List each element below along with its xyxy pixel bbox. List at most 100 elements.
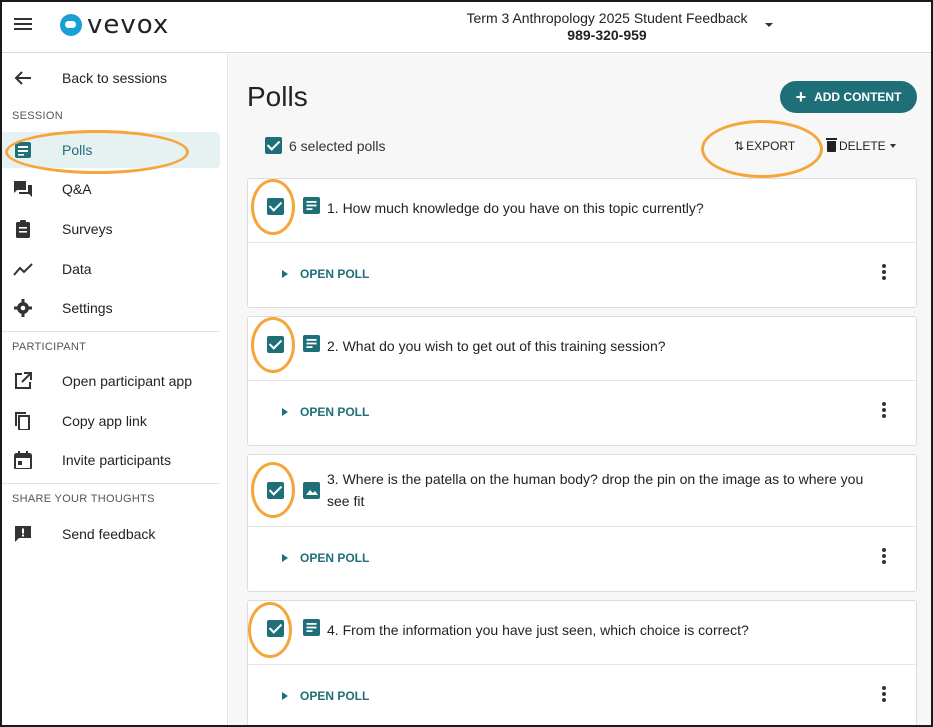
sidebar-item-settings[interactable]: Settings	[2, 290, 220, 326]
export-button[interactable]: ⇅ EXPORT	[734, 139, 795, 153]
qa-icon	[14, 181, 32, 197]
section-participant: PARTICIPANT	[12, 341, 87, 353]
select-all-checkbox[interactable]	[265, 137, 282, 154]
sidebar-item-label: Send feedback	[62, 526, 156, 542]
sidebar: Back to sessions SESSION Polls Q&A Surve…	[2, 54, 228, 725]
poll-card: 3. Where is the patella on the human bod…	[247, 454, 917, 592]
open-poll-button[interactable]: OPEN POLL	[282, 267, 369, 281]
selected-count: 6 selected polls	[289, 137, 386, 154]
poll-header: 4. From the information you have just se…	[248, 601, 916, 665]
sidebar-divider	[2, 331, 220, 332]
sidebar-item-label: Open participant app	[62, 373, 192, 389]
poll-question[interactable]: 3. Where is the patella on the human bod…	[327, 468, 887, 512]
polls-icon	[15, 142, 31, 158]
sidebar-item-invite-participants[interactable]: Invite participants	[2, 442, 220, 478]
poll-question[interactable]: 1. How much knowledge do you have on thi…	[327, 197, 897, 219]
back-to-sessions-link[interactable]: Back to sessions	[2, 60, 220, 96]
more-options-icon[interactable]	[880, 264, 888, 282]
play-icon	[282, 692, 288, 700]
main-content: Polls + ADD CONTENT 6 selected polls ⇅ E…	[229, 54, 931, 725]
top-bar: vevox Term 3 Anthropology 2025 Student F…	[2, 2, 931, 53]
open-poll-label: OPEN POLL	[300, 405, 370, 419]
clipboard-icon	[16, 220, 30, 238]
open-poll-button[interactable]: OPEN POLL	[282, 551, 369, 565]
poll-header: 3. Where is the patella on the human bod…	[248, 455, 916, 527]
section-share-thoughts: SHARE YOUR THOUGHTS	[12, 493, 155, 505]
sidebar-item-open-participant-app[interactable]: Open participant app	[2, 363, 220, 399]
chevron-down-icon	[889, 144, 896, 148]
sidebar-item-label: Settings	[62, 300, 113, 316]
copy-icon	[15, 412, 30, 430]
sidebar-item-label: Q&A	[62, 181, 92, 197]
open-poll-label: OPEN POLL	[300, 551, 370, 565]
play-icon	[282, 554, 288, 562]
play-icon	[282, 408, 288, 416]
section-session: SESSION	[12, 110, 64, 122]
poll-checkbox[interactable]	[267, 620, 284, 637]
logo-icon	[60, 14, 82, 36]
logo-text: vevox	[87, 10, 170, 40]
page-title: Polls	[247, 81, 308, 112]
open-poll-label: OPEN POLL	[300, 267, 370, 281]
poll-checkbox[interactable]	[267, 336, 284, 353]
sidebar-item-copy-app-link[interactable]: Copy app link	[2, 403, 220, 439]
poll-card: 1. How much knowledge do you have on thi…	[247, 178, 917, 308]
add-content-button[interactable]: + ADD CONTENT	[780, 81, 917, 113]
delete-label: DELETE	[839, 139, 886, 153]
poll-header: 1. How much knowledge do you have on thi…	[248, 179, 916, 243]
gear-icon	[14, 299, 32, 317]
back-label: Back to sessions	[62, 70, 168, 86]
chevron-down-icon[interactable]	[765, 23, 773, 27]
open-poll-label: OPEN POLL	[300, 689, 370, 703]
sidebar-item-qa[interactable]: Q&A	[2, 171, 220, 207]
sidebar-item-label: Invite participants	[62, 452, 171, 468]
menu-icon[interactable]	[14, 15, 34, 33]
open-poll-button[interactable]: OPEN POLL	[282, 405, 369, 419]
sidebar-item-label: Copy app link	[62, 413, 147, 429]
add-content-label: ADD CONTENT	[814, 90, 902, 104]
sidebar-item-send-feedback[interactable]: Send feedback	[2, 516, 220, 552]
more-options-icon[interactable]	[880, 686, 888, 704]
feedback-icon	[15, 526, 31, 542]
more-options-icon[interactable]	[880, 548, 888, 566]
poll-footer: OPEN POLL	[248, 381, 916, 445]
vevox-logo[interactable]: vevox	[60, 10, 170, 40]
sidebar-item-polls[interactable]: Polls	[2, 132, 220, 168]
arrow-left-icon	[14, 71, 31, 85]
poll-checkbox[interactable]	[267, 198, 284, 215]
delete-button[interactable]: DELETE	[826, 137, 896, 153]
play-icon	[282, 270, 288, 278]
more-options-icon[interactable]	[880, 402, 888, 420]
poll-card: 2. What do you wish to get out of this t…	[247, 316, 917, 446]
list-poll-icon	[303, 197, 320, 214]
session-name: Term 3 Anthropology 2025 Student Feedbac…	[466, 10, 748, 26]
select-all-row: 6 selected polls	[265, 137, 386, 154]
poll-question[interactable]: 4. From the information you have just se…	[327, 619, 897, 641]
session-code: 989-320-959	[567, 27, 647, 43]
sidebar-item-label: Surveys	[62, 221, 113, 237]
trash-icon	[826, 137, 837, 152]
poll-footer: OPEN POLL	[248, 527, 916, 591]
list-poll-icon	[303, 619, 320, 636]
sidebar-item-surveys[interactable]: Surveys	[2, 211, 220, 247]
sidebar-item-data[interactable]: Data	[2, 251, 220, 287]
chart-line-icon	[13, 263, 33, 276]
poll-question[interactable]: 2. What do you wish to get out of this t…	[327, 335, 897, 357]
open-poll-button[interactable]: OPEN POLL	[282, 689, 369, 703]
poll-card: 4. From the information you have just se…	[247, 600, 917, 725]
poll-footer: OPEN POLL	[248, 243, 916, 307]
session-selector[interactable]: Term 3 Anthropology 2025 Student Feedbac…	[442, 10, 772, 43]
sort-arrows-icon: ⇅	[734, 139, 745, 153]
sidebar-item-label: Data	[62, 261, 92, 277]
plus-icon: +	[795, 87, 807, 107]
poll-header: 2. What do you wish to get out of this t…	[248, 317, 916, 381]
export-label: EXPORT	[746, 139, 796, 153]
image-poll-icon	[303, 482, 320, 499]
app-window: vevox Term 3 Anthropology 2025 Student F…	[0, 0, 933, 727]
external-link-icon	[15, 372, 32, 389]
sidebar-divider	[2, 483, 220, 484]
sidebar-item-label: Polls	[62, 142, 93, 158]
calendar-icon	[14, 451, 32, 469]
poll-checkbox[interactable]	[267, 482, 284, 499]
poll-footer: OPEN POLL	[248, 665, 916, 725]
